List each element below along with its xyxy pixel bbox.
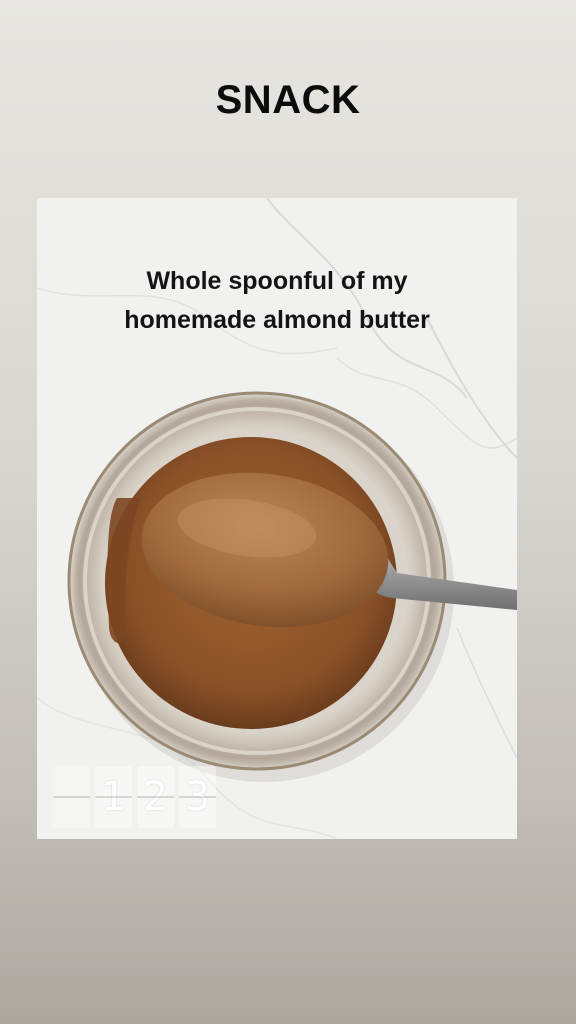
counter-digit: 1 [95, 766, 132, 828]
counter-digit: 2 [137, 766, 174, 828]
snack-photo: Whole spoonful of my homemade almond but… [37, 198, 517, 839]
caption-line-2: homemade almond butter [124, 306, 430, 334]
caption-line-1: Whole spoonful of my [146, 267, 408, 295]
counter-digit: 3 [179, 766, 216, 828]
counter-digit [53, 766, 90, 828]
countdown-sticker: 1 2 3 [53, 766, 216, 828]
photo-caption: Whole spoonful of my homemade almond but… [37, 262, 517, 340]
story-title: SNACK [215, 78, 361, 122]
